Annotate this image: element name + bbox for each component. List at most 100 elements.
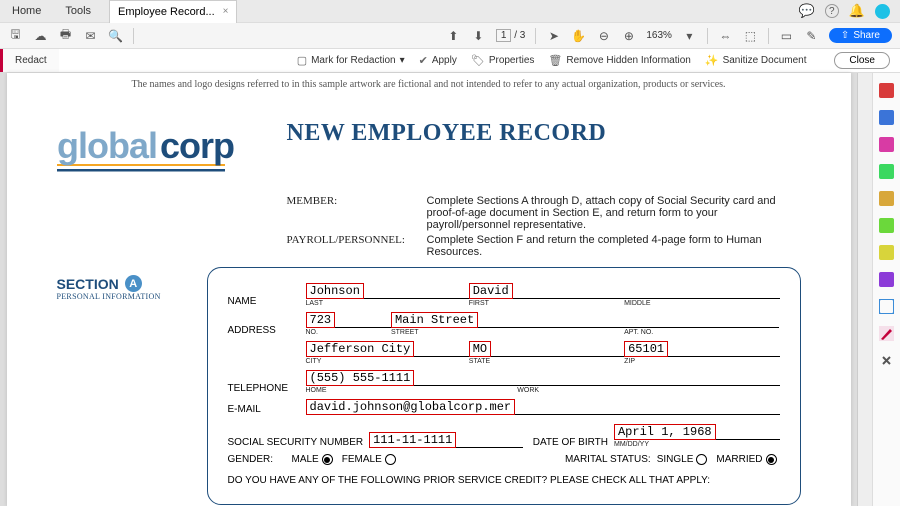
print-icon[interactable]: 🖶 <box>58 28 73 43</box>
redact-tab[interactable]: Redact <box>0 49 59 72</box>
separator <box>707 28 708 44</box>
apply-icon: ✔ <box>419 54 428 67</box>
share-button[interactable]: ⇧ Share <box>829 28 892 43</box>
search-icon[interactable]: 🔍 <box>108 28 123 43</box>
brush-icon: ✨ <box>705 54 719 67</box>
document-tab-label: Employee Record... <box>118 6 215 18</box>
company-logo: globalcorp <box>57 120 257 185</box>
document-area: The names and logo designs referred to i… <box>0 73 900 506</box>
marital-single-radio[interactable] <box>696 454 707 465</box>
more-tool-icon[interactable] <box>879 353 894 368</box>
save-icon[interactable]: 🖫 <box>8 28 23 43</box>
gender-label: GENDER: <box>228 454 292 465</box>
member-text: Complete Sections A through D, attach co… <box>427 195 801 231</box>
gear-icon: 🏷 <box>471 54 485 67</box>
export-tool-icon[interactable] <box>879 110 894 125</box>
section-subtitle: PERSONAL INFORMATION <box>57 292 207 301</box>
fit-width-icon[interactable]: ⇔ <box>718 28 733 43</box>
name-label: NAME <box>228 296 306 307</box>
mark-icon: ▢ <box>297 54 307 67</box>
zoom-out-icon[interactable]: ⊖ <box>596 28 611 43</box>
right-tool-rail <box>872 73 900 506</box>
redact-tool-icon[interactable] <box>879 326 894 341</box>
sanitize-button[interactable]: ✨Sanitize Document <box>705 54 807 67</box>
tools-tab[interactable]: Tools <box>53 5 103 17</box>
addr-state-value: MO <box>469 341 491 357</box>
first-name-value: David <box>469 283 513 299</box>
fill-sign-tool-icon[interactable] <box>879 272 894 287</box>
avatar[interactable] <box>875 4 890 19</box>
section-heading: SECTIONA PERSONAL INFORMATION <box>57 267 207 505</box>
marital-married-radio[interactable] <box>766 454 777 465</box>
toolbar: 🖫 ☁ 🖶 ✉ 🔍 ⬆ ⬇ 1 / 3 ➤ ✋ ⊖ ⊕ 163% ▾ ⇔ ⬚ ▭… <box>0 23 900 49</box>
address-label: ADDRESS <box>228 325 306 336</box>
svg-text:corp: corp <box>160 125 234 166</box>
addr-zip-value: 65101 <box>624 341 668 357</box>
close-tab-icon[interactable]: × <box>223 6 229 17</box>
home-tab[interactable]: Home <box>0 5 53 17</box>
page-down-icon[interactable]: ⬇ <box>471 28 486 43</box>
page-indicator: 1 / 3 <box>496 30 525 41</box>
apply-button[interactable]: ✔Apply <box>419 54 457 67</box>
page-current[interactable]: 1 <box>496 29 512 42</box>
compress-tool-icon[interactable] <box>879 218 894 233</box>
gender-female-radio[interactable] <box>385 454 396 465</box>
close-button[interactable]: Close <box>834 52 890 69</box>
help-icon[interactable]: ? <box>825 4 839 18</box>
scrollbar[interactable] <box>857 73 872 506</box>
fit-page-icon[interactable]: ⬚ <box>743 28 758 43</box>
cloud-icon[interactable]: ☁ <box>33 28 48 43</box>
addr-no-value: 723 <box>306 312 336 328</box>
chevron-down-icon[interactable]: ▾ <box>682 28 697 43</box>
chat-icon[interactable]: 💬 <box>799 3 815 19</box>
properties-button[interactable]: 🏷Properties <box>471 54 535 67</box>
comment-tool-icon[interactable] <box>879 245 894 260</box>
separator <box>768 28 769 44</box>
menu-bar: Home Tools Employee Record... × 💬 ? 🔔 <box>0 0 900 23</box>
prior-service-label: DO YOU HAVE ANY OF THE FOLLOWING PRIOR S… <box>228 475 711 486</box>
hand-icon[interactable]: ✋ <box>571 28 586 43</box>
mail-icon[interactable]: ✉ <box>83 28 98 43</box>
ssn-value: 111-11-1111 <box>369 432 456 448</box>
pen-icon[interactable]: ✎ <box>804 28 819 43</box>
addr-city-value: Jefferson City <box>306 341 415 357</box>
dob-value: April 1, 1968 <box>614 424 716 440</box>
email-label: E-MAIL <box>228 404 306 415</box>
ssn-label: SOCIAL SECURITY NUMBER <box>228 437 364 448</box>
mark-redaction-button[interactable]: ▢Mark for Redaction▾ <box>297 54 405 67</box>
remove-hidden-button[interactable]: 🗑Remove Hidden Information <box>548 54 690 67</box>
last-name-value: Johnson <box>306 283 364 299</box>
section-letter-badge: A <box>125 275 142 292</box>
svg-text:global: global <box>57 125 157 166</box>
edit-tool-icon[interactable] <box>879 137 894 152</box>
trash-icon: 🗑 <box>548 54 562 67</box>
page-up-icon[interactable]: ⬆ <box>446 28 461 43</box>
gender-male-radio[interactable] <box>322 454 333 465</box>
form-panel: NAME JohnsonLAST DavidFIRST MIDDLE ADDRE… <box>207 267 801 505</box>
pdf-tool-icon[interactable] <box>879 83 894 98</box>
document-title: NEW EMPLOYEE RECORD <box>287 120 607 185</box>
pointer-icon[interactable]: ➤ <box>546 28 561 43</box>
telephone-label: TELEPHONE <box>228 383 306 394</box>
dob-label: DATE OF BIRTH <box>533 437 608 448</box>
protect-tool-icon[interactable] <box>879 299 894 314</box>
member-label: MEMBER: <box>287 195 427 231</box>
zoom-in-icon[interactable]: ⊕ <box>621 28 636 43</box>
separator <box>535 28 536 44</box>
document-page: The names and logo designs referred to i… <box>7 73 851 506</box>
chevron-down-icon: ▾ <box>400 55 405 66</box>
share-icon: ⇧ <box>841 30 849 41</box>
email-value: david.johnson@globalcorp.mer <box>306 399 516 415</box>
organize-tool-icon[interactable] <box>879 191 894 206</box>
document-tab[interactable]: Employee Record... × <box>109 0 237 23</box>
zoom-level[interactable]: 163% <box>646 30 672 41</box>
payroll-text: Complete Section F and return the comple… <box>427 234 801 258</box>
instructions: MEMBER: Complete Sections A through D, a… <box>7 195 851 267</box>
highlight-icon[interactable]: ▭ <box>779 28 794 43</box>
addr-street-value: Main Street <box>391 312 478 328</box>
combine-tool-icon[interactable] <box>879 164 894 179</box>
redact-toolbar: Redact ▢Mark for Redaction▾ ✔Apply 🏷Prop… <box>0 49 900 73</box>
bell-icon[interactable]: 🔔 <box>849 3 865 19</box>
separator <box>133 28 134 44</box>
disclaimer-text: The names and logo designs referred to i… <box>7 73 851 96</box>
